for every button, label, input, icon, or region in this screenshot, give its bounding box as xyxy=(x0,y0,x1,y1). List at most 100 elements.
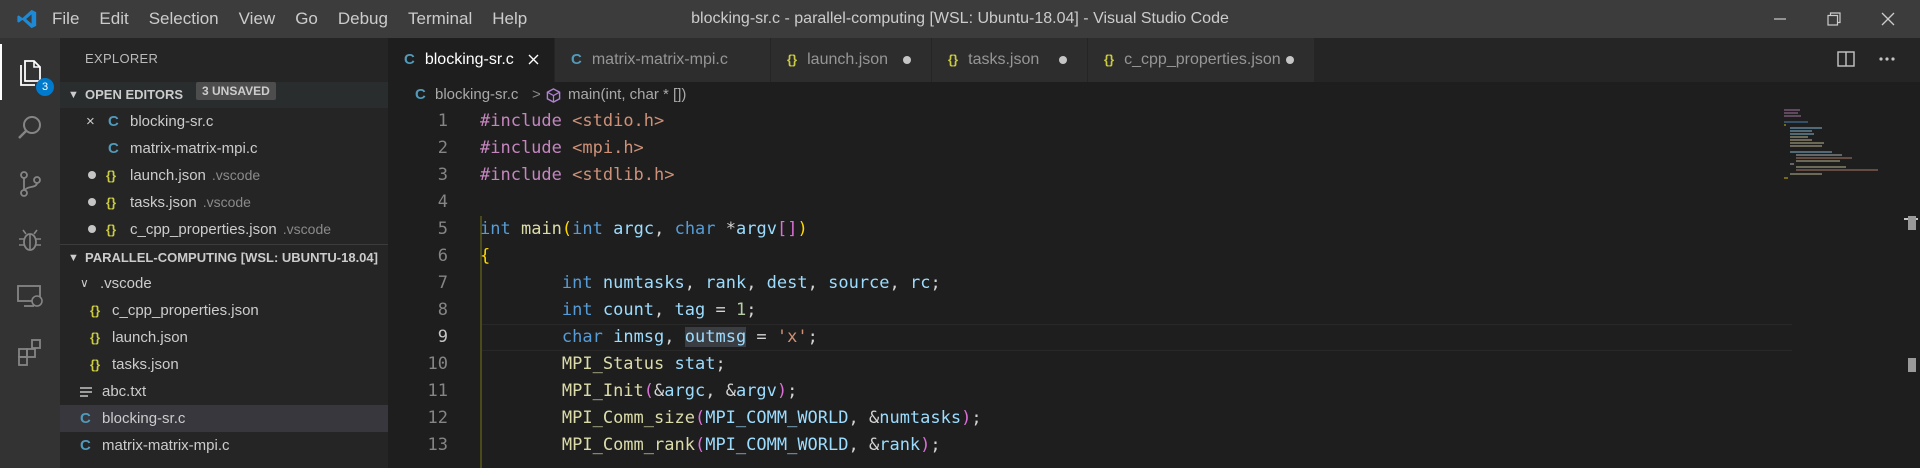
unsaved-dot-icon[interactable] xyxy=(1286,56,1294,64)
menu-go[interactable]: Go xyxy=(285,0,328,38)
minimap[interactable] xyxy=(1782,108,1902,188)
code-token: , & xyxy=(848,435,880,455)
c-file-icon: C xyxy=(571,51,582,68)
menu-edit[interactable]: Edit xyxy=(89,0,138,38)
minimize-button[interactable] xyxy=(1752,0,1808,38)
menu-help[interactable]: Help xyxy=(482,0,537,38)
tree-item[interactable]: C matrix-matrix-mpi.c xyxy=(60,432,388,459)
line-number: 9 xyxy=(437,327,448,347)
open-editors-label: OPEN EDITORS xyxy=(85,87,184,102)
more-actions-button[interactable] xyxy=(1878,50,1898,70)
remote-explorer-view-button[interactable] xyxy=(0,268,60,324)
tab-launch-json[interactable]: {} launch.json xyxy=(771,38,931,82)
code-line: MPI_Comm_rank(MPI_COMM_WORLD, &rank); xyxy=(480,432,941,459)
open-editors-header[interactable]: ▼ OPEN EDITORS 3 UNSAVED xyxy=(60,82,388,108)
extensions-view-button[interactable] xyxy=(0,324,60,380)
code-editor[interactable]: 1 2 3 4 5 6 7 8 9 10 11 12 13 #include <stdio.h> #incl… xyxy=(388,108,1920,468)
code-token: { xyxy=(480,246,491,266)
tree-item-folder[interactable]: ∨ .vscode xyxy=(60,270,388,297)
explorer-title: EXPLORER xyxy=(85,51,159,66)
overview-ruler-mark xyxy=(1908,216,1916,230)
restore-button[interactable] xyxy=(1806,0,1862,38)
code-token: #include xyxy=(480,138,562,158)
tree-item[interactable]: {} launch.json xyxy=(60,324,388,351)
unsaved-dot-icon[interactable] xyxy=(88,225,96,233)
unsaved-dot-icon[interactable] xyxy=(1059,56,1067,64)
open-editor-item[interactable]: {} c_cpp_properties.json .vscode xyxy=(60,216,388,243)
explorer-view-button[interactable]: 3 xyxy=(0,44,60,100)
c-file-icon: C xyxy=(80,437,91,454)
code-line: char inmsg, outmsg = 'x'; xyxy=(480,324,818,351)
tree-item[interactable]: {} tasks.json xyxy=(60,351,388,378)
tree-item-name: launch.json xyxy=(112,329,188,346)
code-token: count xyxy=(602,300,655,320)
open-editor-name: blocking-sr.c xyxy=(130,113,214,130)
code-token: ( xyxy=(561,219,573,239)
json-file-icon: {} xyxy=(106,195,117,210)
source-control-view-button[interactable] xyxy=(0,156,60,212)
line-number: 7 xyxy=(437,273,448,293)
menu-selection[interactable]: Selection xyxy=(139,0,229,38)
editor-scrollbar[interactable] xyxy=(1904,108,1918,468)
json-file-icon: {} xyxy=(90,330,101,345)
menu-debug[interactable]: Debug xyxy=(328,0,398,38)
tree-item[interactable]: abc.txt xyxy=(60,378,388,405)
remote-explorer-icon xyxy=(17,285,43,307)
split-editor-button[interactable] xyxy=(1837,50,1857,70)
line-number: 2 xyxy=(437,138,448,158)
tab-c-cpp-properties-json[interactable]: {} c_cpp_properties.json xyxy=(1088,38,1314,82)
open-editor-name: tasks.json .vscode xyxy=(130,194,251,211)
code-token: ; xyxy=(971,408,982,428)
tab-tasks-json[interactable]: {} tasks.json xyxy=(932,38,1087,82)
breadcrumb-symbol[interactable]: main(int, char * []) xyxy=(568,82,686,108)
code-token: <stdio.h> xyxy=(572,111,665,131)
unsaved-dot-icon[interactable] xyxy=(903,56,911,64)
tree-item-name: c_cpp_properties.json xyxy=(112,302,259,319)
code-token: argc xyxy=(613,219,655,239)
code-token: & xyxy=(654,381,665,401)
code-token: argv xyxy=(736,219,777,239)
tab-matrix-matrix-mpi[interactable]: Cmatrix-matrix-mpi.c xyxy=(555,38,770,82)
menu-terminal[interactable]: Terminal xyxy=(398,0,482,38)
close-window-button[interactable] xyxy=(1860,0,1916,38)
code-token: 1 xyxy=(735,300,747,320)
close-editor-icon[interactable]: × xyxy=(86,108,95,135)
tree-item[interactable]: {} c_cpp_properties.json xyxy=(60,297,388,324)
open-editor-item[interactable]: C matrix-matrix-mpi.c xyxy=(60,135,388,162)
code-token: <mpi.h> xyxy=(572,138,644,158)
open-editor-item[interactable]: {} launch.json .vscode xyxy=(60,162,388,189)
breadcrumb: C blocking-sr.c > main(int, char * []) xyxy=(388,82,1788,108)
menu-view[interactable]: View xyxy=(229,0,286,38)
code-token: ) xyxy=(797,219,808,239)
tab-blocking-sr[interactable]: Cblocking-sr.c xyxy=(388,38,554,82)
line-number: 10 xyxy=(427,354,448,374)
code-token: inmsg xyxy=(613,327,665,347)
search-view-button[interactable] xyxy=(0,100,60,156)
code-token: source xyxy=(828,273,890,293)
line-number: 8 xyxy=(437,300,448,320)
workspace-header[interactable]: ▼ PARALLEL-COMPUTING [WSL: UBUNTU-18.04] xyxy=(60,244,388,271)
close-icon[interactable] xyxy=(528,54,539,65)
code-token: ; xyxy=(715,354,726,374)
unsaved-dot-icon[interactable] xyxy=(88,171,96,179)
code-token: int xyxy=(561,300,593,320)
debug-view-button[interactable] xyxy=(0,212,60,268)
tree-item-selected[interactable]: C blocking-sr.c xyxy=(60,405,388,432)
breadcrumb-file[interactable]: blocking-sr.c xyxy=(435,82,518,108)
menu-file[interactable]: File xyxy=(42,0,89,38)
code-token: = xyxy=(746,327,777,347)
open-editor-item[interactable]: × C blocking-sr.c xyxy=(60,108,388,135)
open-editor-item[interactable]: {} tasks.json .vscode xyxy=(60,189,388,216)
menu-bar: File Edit Selection View Go Debug Termin… xyxy=(42,0,537,38)
unsaved-dot-icon[interactable] xyxy=(88,198,96,206)
breadcrumb-separator: > xyxy=(532,86,541,103)
code-line: { xyxy=(480,243,490,270)
code-token: #include xyxy=(480,111,562,131)
line-number: 6 xyxy=(437,246,448,266)
